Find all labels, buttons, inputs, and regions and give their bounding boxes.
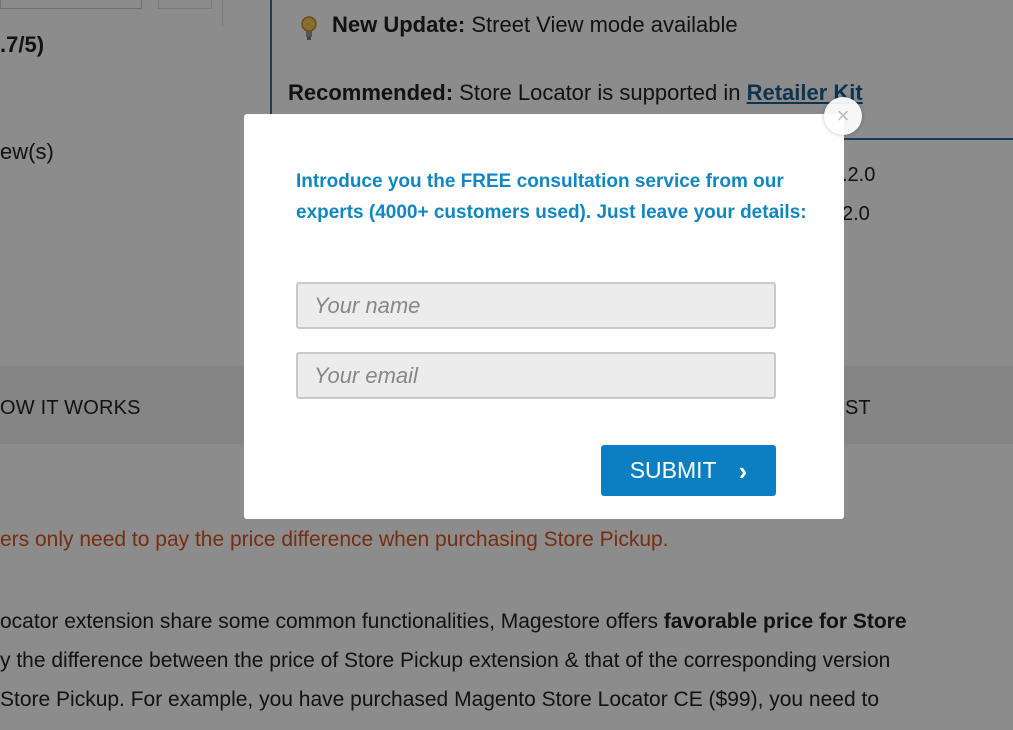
- close-icon[interactable]: ×: [824, 97, 862, 135]
- modal-intro-text: Introduce you the FREE consultation serv…: [296, 171, 807, 223]
- submit-label: SUBMIT: [629, 457, 717, 483]
- chevron-right-icon: ›: [738, 455, 748, 486]
- submit-button[interactable]: SUBMIT ›: [601, 445, 776, 496]
- email-input[interactable]: [296, 352, 776, 399]
- name-input[interactable]: [296, 282, 776, 329]
- consultation-modal: Introduce you the FREE consultation serv…: [244, 114, 844, 519]
